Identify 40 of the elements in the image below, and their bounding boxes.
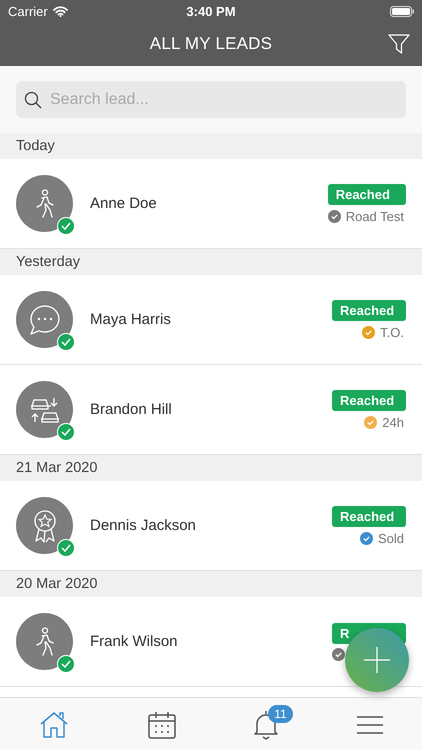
lead-row[interactable]: Anne Doe Reached Road Test [0, 159, 422, 249]
check-badge-icon [57, 217, 75, 235]
menu-icon [356, 716, 383, 734]
section-header: Yesterday [0, 249, 422, 275]
stage-label: Sold [378, 530, 404, 546]
check-badge-icon [57, 539, 75, 557]
calendar-icon [148, 711, 176, 739]
check-badge-icon [57, 655, 75, 673]
lead-name: Maya Harris [90, 311, 171, 328]
lead-row[interactable]: Dennis Jackson Reached Sold [0, 481, 422, 571]
check-badge-icon [57, 333, 75, 351]
status-badge: Reached [332, 390, 406, 410]
lead-row[interactable]: Brandon Hill Reached 24h [0, 365, 422, 455]
section-header: 21 Mar 2020 [0, 455, 422, 481]
lead-name: Frank Wilson [90, 633, 178, 650]
section-header: Today [0, 133, 422, 159]
section-header: 20 Mar 2020 [0, 571, 422, 597]
notification-count: 11 [268, 705, 293, 723]
wifi-icon [52, 6, 68, 16]
battery-icon [390, 6, 414, 16]
status-badge: Reached [328, 184, 406, 204]
stage-label: Road Test [346, 208, 404, 224]
status-badge: Reached [332, 506, 406, 526]
chat-bubble-icon [28, 304, 60, 336]
check-badge-icon [57, 423, 75, 441]
screen-title: ALL MY LEADS [150, 34, 272, 54]
stage-label: 24h [382, 414, 404, 430]
search-field[interactable]: Search lead... [16, 81, 406, 118]
status-badge: Reached [332, 300, 406, 320]
stage-label: T.O. [380, 324, 404, 340]
lead-row[interactable]: Maya Harris Reached T.O. [0, 275, 422, 365]
lead-name: Anne Doe [90, 195, 157, 212]
lead-name: Brandon Hill [90, 401, 172, 418]
clock-time: 3:40 PM [186, 4, 236, 18]
carrier-name: Carrier [8, 4, 48, 18]
filter-icon[interactable] [388, 33, 410, 55]
lead-name: Dennis Jackson [90, 517, 196, 534]
home-icon [39, 711, 70, 739]
plus-icon [364, 647, 390, 673]
search-icon [24, 91, 42, 109]
